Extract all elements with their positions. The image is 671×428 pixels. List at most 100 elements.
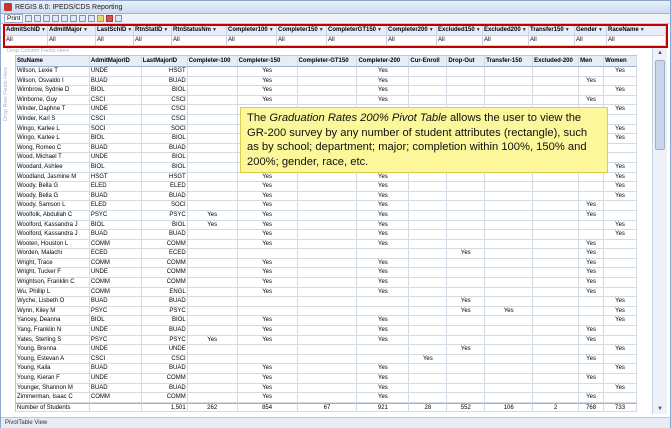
table-row: Yancey, Deanna BIOL BIOL Yes Yes Yes bbox=[16, 316, 638, 327]
expand-icon[interactable] bbox=[52, 15, 60, 22]
column-header[interactable]: StuName bbox=[16, 56, 90, 67]
filter-value[interactable]: All bbox=[483, 36, 529, 46]
dropdown-arrow-icon[interactable]: ▼ bbox=[83, 27, 88, 33]
dropdown-arrow-icon[interactable]: ▼ bbox=[269, 27, 274, 33]
column-header[interactable]: Men bbox=[579, 56, 605, 67]
help-icon[interactable] bbox=[115, 15, 123, 22]
subtotal-icon[interactable] bbox=[88, 15, 96, 22]
table-cell bbox=[447, 230, 486, 240]
filter-value[interactable]: All bbox=[5, 36, 48, 46]
table-cell bbox=[187, 306, 238, 317]
table-cell bbox=[297, 239, 358, 250]
table-cell: Yes bbox=[357, 258, 410, 269]
column-header[interactable]: Completer-150 bbox=[237, 56, 298, 67]
table-cell: Yes bbox=[237, 172, 298, 183]
vertical-scrollbar[interactable]: ▲ ▼ bbox=[652, 48, 667, 414]
table-cell: BUAD bbox=[141, 143, 188, 154]
collapse-icon[interactable] bbox=[61, 15, 69, 22]
filter-field-lastschid[interactable]: LastSchID▼ bbox=[96, 26, 134, 36]
table-cell bbox=[533, 393, 580, 403]
filter-value[interactable]: All bbox=[387, 36, 437, 46]
column-header[interactable]: Drop-Out bbox=[447, 56, 486, 67]
dropdown-arrow-icon[interactable]: ▼ bbox=[377, 27, 382, 33]
drop-row-hint-area: Drop Row Fields Here bbox=[3, 61, 13, 401]
table-cell bbox=[187, 67, 238, 77]
table-cell: PSYC bbox=[89, 210, 142, 221]
dropdown-arrow-icon[interactable]: ▼ bbox=[565, 27, 570, 33]
table-cell bbox=[533, 76, 580, 87]
chart-icon[interactable] bbox=[97, 15, 105, 22]
dropdown-arrow-icon[interactable]: ▼ bbox=[598, 27, 603, 33]
filter-field-rtnstatusnm[interactable]: RtnStatusNm▼ bbox=[172, 26, 227, 36]
column-header[interactable]: Completer-100 bbox=[187, 56, 238, 67]
table-cell: Yes bbox=[357, 182, 410, 192]
print-button[interactable]: Print bbox=[4, 14, 24, 23]
table-cell bbox=[297, 249, 358, 259]
table-cell: Yes bbox=[237, 268, 298, 279]
scroll-down-icon[interactable]: ▼ bbox=[655, 405, 665, 413]
filter-value[interactable]: All bbox=[227, 36, 277, 46]
filter-field-completer150[interactable]: Completer150▼ bbox=[277, 26, 327, 36]
dropdown-arrow-icon[interactable]: ▼ bbox=[41, 27, 46, 33]
filter-value[interactable]: All bbox=[529, 36, 575, 46]
table-cell bbox=[485, 95, 534, 106]
filter-field-excluded150[interactable]: Excluded150▼ bbox=[437, 26, 483, 36]
sort-icon[interactable] bbox=[34, 15, 42, 22]
field-list-icon[interactable] bbox=[25, 15, 33, 22]
filter-field-completer100[interactable]: Completer100▼ bbox=[227, 26, 277, 36]
table-row: Woody, Bella G BUAD BUAD Yes Yes Yes bbox=[16, 191, 638, 202]
table-cell bbox=[187, 114, 238, 125]
table-cell: Yes bbox=[237, 374, 298, 384]
filter-field-racename[interactable]: RaceName▼ bbox=[607, 26, 666, 36]
filter-value[interactable]: All bbox=[48, 36, 96, 46]
filter-field-gender[interactable]: Gender▼ bbox=[575, 26, 607, 36]
filter-value[interactable]: All bbox=[277, 36, 327, 46]
table-row: Wright, Tucker F UNDE COMM Yes Yes Yes bbox=[16, 268, 638, 279]
table-cell: BUAD bbox=[89, 297, 142, 307]
filter-field-completer200[interactable]: Completer200▼ bbox=[387, 26, 437, 36]
filter-field-completergt150[interactable]: CompleterGT150▼ bbox=[327, 26, 387, 36]
table-cell bbox=[409, 67, 448, 77]
filter-field-admitschid[interactable]: AdmitSchID▼ bbox=[5, 26, 48, 36]
filter-field-label: CompleterGT150 bbox=[328, 27, 377, 33]
filter-icon[interactable] bbox=[43, 15, 51, 22]
dropdown-arrow-icon[interactable]: ▼ bbox=[522, 27, 527, 33]
dropdown-arrow-icon[interactable]: ▼ bbox=[212, 27, 217, 33]
dropdown-arrow-icon[interactable]: ▼ bbox=[127, 27, 132, 33]
column-header[interactable]: LastMajorID bbox=[141, 56, 188, 67]
dropdown-arrow-icon[interactable]: ▼ bbox=[319, 27, 324, 33]
filter-value[interactable]: All bbox=[327, 36, 387, 46]
filter-value[interactable]: All bbox=[172, 36, 227, 46]
scroll-up-icon[interactable]: ▲ bbox=[655, 49, 665, 57]
filter-field-transfer150[interactable]: Transfer150▼ bbox=[529, 26, 575, 36]
filter-value[interactable]: All bbox=[134, 36, 172, 46]
column-header[interactable]: Women bbox=[604, 56, 638, 67]
table-cell bbox=[409, 278, 448, 288]
scroll-thumb[interactable] bbox=[655, 60, 665, 150]
column-header[interactable]: Completer-GT150 bbox=[297, 56, 358, 67]
table-cell: Yes bbox=[357, 95, 410, 106]
dropdown-arrow-icon[interactable]: ▼ bbox=[163, 27, 168, 33]
export-icon[interactable] bbox=[106, 15, 114, 22]
column-header[interactable]: Completer-200 bbox=[357, 56, 410, 67]
filter-value[interactable]: All bbox=[437, 36, 483, 46]
refresh-icon[interactable] bbox=[70, 15, 78, 22]
dropdown-arrow-icon[interactable]: ▼ bbox=[640, 27, 645, 33]
autocalc-icon[interactable] bbox=[79, 15, 87, 22]
filter-value[interactable]: All bbox=[96, 36, 134, 46]
filter-field-admitmajor[interactable]: AdmitMajor▼ bbox=[48, 26, 96, 36]
table-cell: Yes bbox=[579, 95, 605, 106]
table-cell: Yes bbox=[604, 162, 638, 173]
column-header[interactable]: AdmitMajorID bbox=[89, 56, 142, 67]
filter-field-rtnstatid[interactable]: RtnStatID▼ bbox=[134, 26, 172, 36]
dropdown-arrow-icon[interactable]: ▼ bbox=[476, 27, 481, 33]
column-header[interactable]: Transfer-150 bbox=[485, 56, 534, 67]
table-cell: Yes bbox=[357, 239, 410, 250]
column-header[interactable]: Cur-Enroll bbox=[409, 56, 448, 67]
filter-field-excluded200[interactable]: Excluded200▼ bbox=[483, 26, 529, 36]
filter-value[interactable]: All bbox=[607, 36, 666, 46]
filter-value[interactable]: All bbox=[575, 36, 607, 46]
table-cell bbox=[187, 134, 238, 144]
column-header[interactable]: Excluded-200 bbox=[533, 56, 580, 67]
dropdown-arrow-icon[interactable]: ▼ bbox=[429, 27, 434, 33]
